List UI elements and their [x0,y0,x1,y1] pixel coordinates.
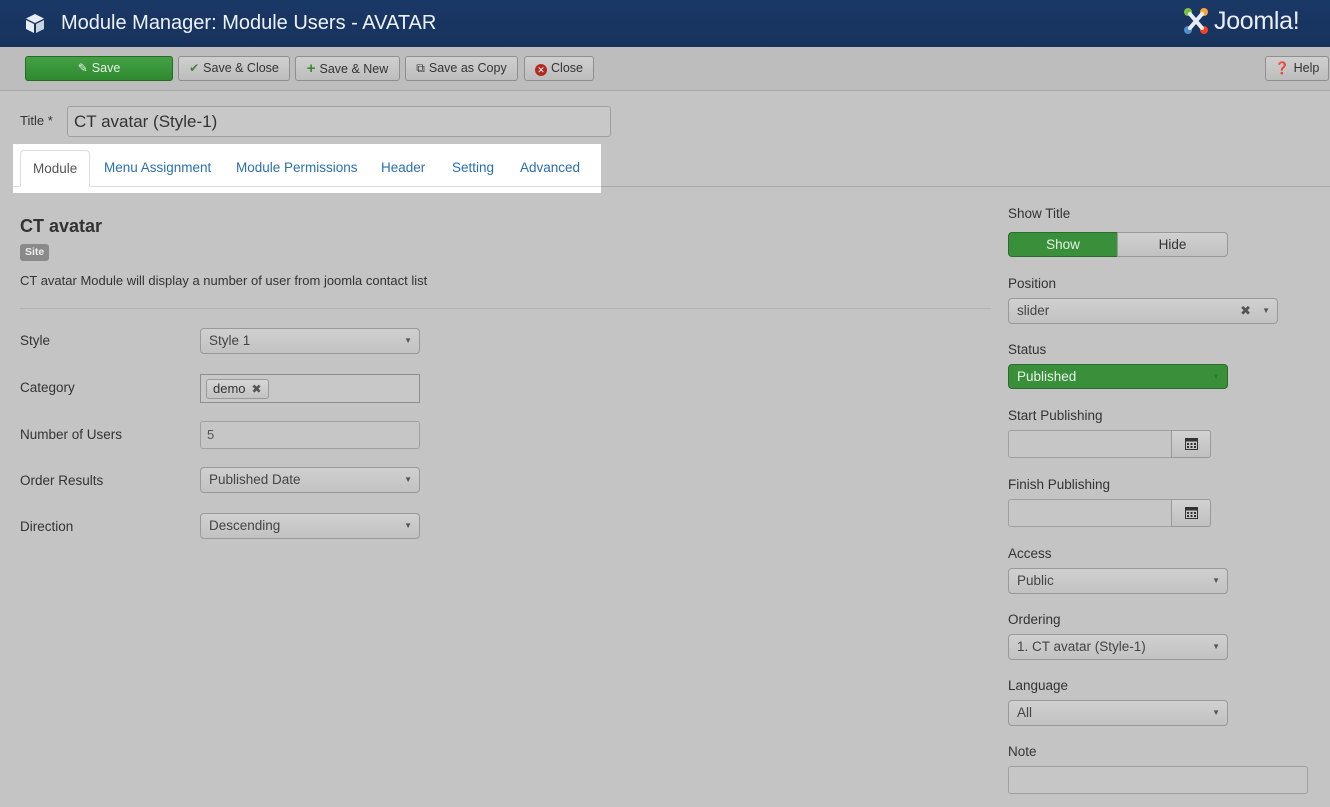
calendar-icon [1185,438,1198,450]
show-title-show-button[interactable]: Show [1008,232,1118,257]
cube-icon [26,14,44,33]
chevron-down-icon: ▼ [1212,576,1220,585]
help-button[interactable]: ❓ Help [1265,56,1329,81]
clear-icon[interactable]: ✖ [1240,299,1251,323]
edit-icon: ✎ [77,61,88,75]
position-label: Position [1008,276,1057,291]
direction-select[interactable]: Descending ▼ [200,513,420,539]
start-publishing-calendar-button[interactable] [1171,430,1211,458]
joomla-logo-text: Joomla! [1214,7,1300,35]
status-value: Published [1017,369,1077,384]
position-select[interactable]: slider ✖ ▼ [1008,298,1278,324]
title-input[interactable]: CT avatar (Style-1) [67,106,611,137]
calendar-icon [1185,507,1198,519]
site-badge: Site [20,244,50,261]
chevron-down-icon: ▼ [1212,642,1220,651]
tab-menu-assignment[interactable]: Menu Assignment [104,150,211,187]
divider [20,308,991,309]
finish-publishing-calendar-button[interactable] [1171,499,1211,527]
remove-tag-icon[interactable]: ✖ [252,382,262,396]
ordering-value: 1. CT avatar (Style-1) [1017,639,1146,654]
language-select[interactable]: All ▼ [1008,700,1228,726]
tab-header[interactable]: Header [381,150,425,187]
tab-setting[interactable]: Setting [452,150,494,187]
checkmark-icon: ✔ [189,61,200,75]
chevron-down-icon: ▼ [1212,372,1220,381]
direction-value: Descending [209,518,281,533]
access-label: Access [1008,546,1052,561]
copy-icon: ⧉ [416,61,425,75]
page-title: Module Manager: Module Users - AVATAR [61,12,437,34]
language-label: Language [1008,678,1069,693]
finish-publishing-label: Finish Publishing [1008,477,1111,492]
chevron-down-icon: ▼ [1262,306,1270,315]
close-button[interactable]: ✕ Close [524,56,594,81]
question-icon: ❓ [1274,61,1290,75]
note-label: Note [1008,744,1037,759]
category-tag: demo ✖ [206,379,269,399]
tab-module-permissions[interactable]: Module Permissions [236,150,358,187]
ordering-select[interactable]: 1. CT avatar (Style-1) ▼ [1008,634,1228,660]
direction-label: Direction [20,519,74,534]
category-label: Category [20,380,75,395]
style-label: Style [20,333,51,348]
category-input[interactable]: demo ✖ [200,374,420,403]
access-select[interactable]: Public ▼ [1008,568,1228,594]
start-publishing-input[interactable] [1008,430,1173,458]
ordering-label: Ordering [1008,612,1061,627]
chevron-down-icon: ▼ [1212,708,1220,717]
save-new-button[interactable]: + Save & New [295,56,400,81]
show-title-hide-button[interactable]: Hide [1117,232,1228,257]
note-input[interactable] [1008,766,1308,794]
number-of-users-label: Number of Users [20,427,123,442]
chevron-down-icon: ▼ [404,336,412,345]
finish-publishing-input[interactable] [1008,499,1173,527]
close-circle-icon: ✕ [535,64,548,76]
joomla-logo[interactable]: Joomla! [1180,5,1328,39]
category-tag-label: demo [213,381,246,396]
save-as-copy-button[interactable]: ⧉ Save as Copy [405,56,518,81]
toolbar: ✎ Save ✔ Save & Close + Save & New ⧉ Save as… [0,47,1330,91]
show-title-label: Show Title [1008,206,1071,221]
title-label: Title * [20,113,53,128]
joomla-logo-icon [1184,8,1208,34]
style-select[interactable]: Style 1 ▼ [200,328,420,354]
order-results-label: Order Results [20,473,104,488]
save-button[interactable]: ✎ Save [25,56,173,81]
tab-module[interactable]: Module [20,150,91,187]
module-description: CT avatar Module will display a number o… [20,273,428,288]
language-value: All [1017,705,1033,720]
order-results-value: Published Date [209,472,301,487]
number-of-users-input[interactable]: 5 [200,421,420,449]
status-select[interactable]: Published ▼ [1008,364,1228,389]
start-publishing-label: Start Publishing [1008,408,1103,423]
chevron-down-icon: ▼ [404,521,412,530]
tab-advanced[interactable]: Advanced [520,150,580,187]
save-close-button[interactable]: ✔ Save & Close [178,56,290,81]
header-bar: Module Manager: Module Users - AVATAR Jo… [0,0,1330,47]
position-value: slider [1017,303,1050,318]
chevron-down-icon: ▼ [404,475,412,484]
style-value: Style 1 [209,333,251,348]
status-label: Status [1008,342,1047,357]
access-value: Public [1017,573,1054,588]
module-name: CT avatar [20,216,103,236]
order-results-select[interactable]: Published Date ▼ [200,467,420,493]
plus-icon: + [306,60,316,77]
